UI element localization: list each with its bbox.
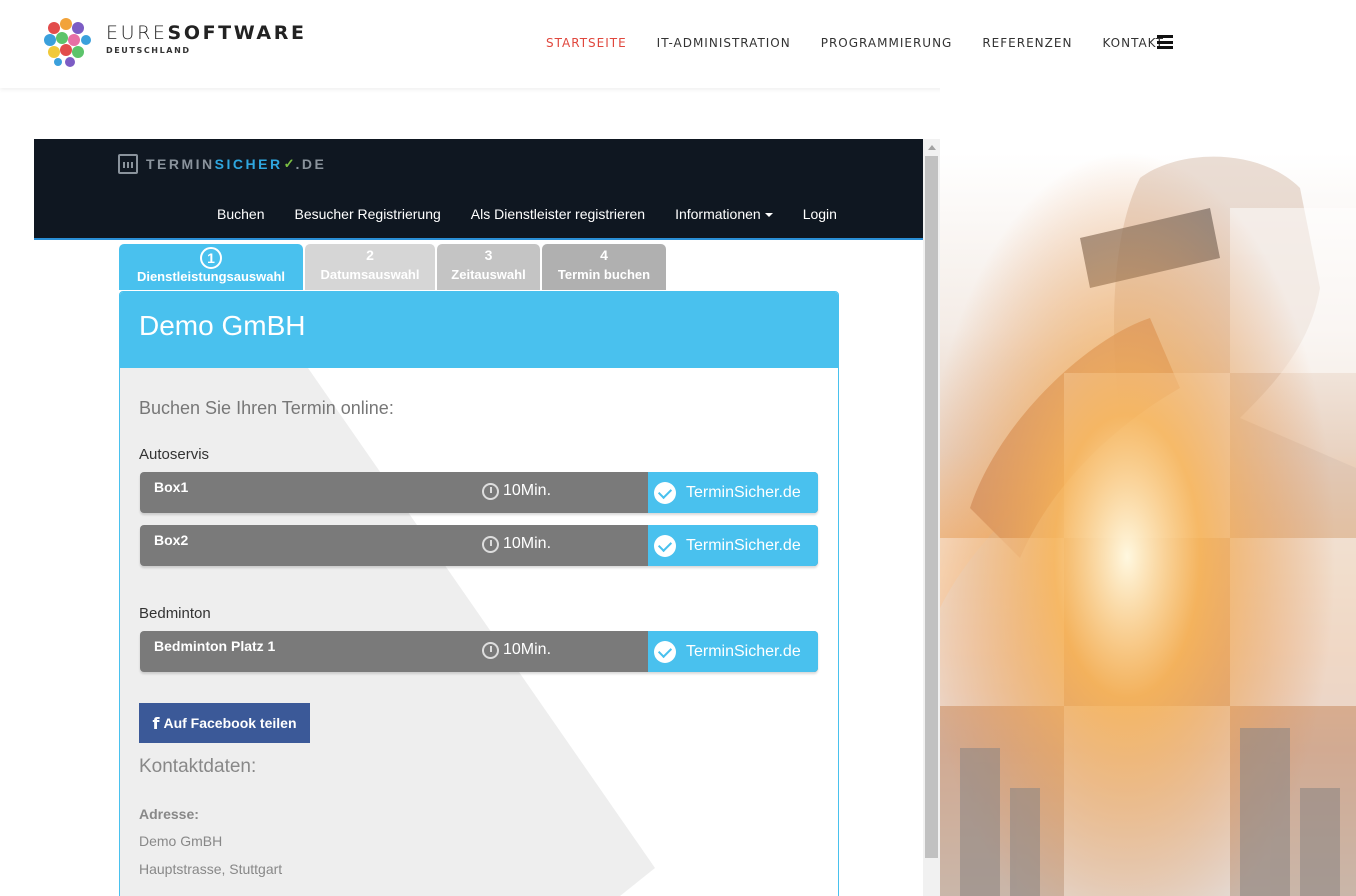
menu-login[interactable]: Login	[803, 206, 837, 222]
nav-it-administration[interactable]: IT-ADMINISTRATION	[657, 36, 791, 50]
terminsicher-embed: TERMIN SICHER ✓ .DE Buchen Besucher Regi…	[34, 139, 940, 896]
main-nav: STARTSEITE IT-ADMINISTRATION PROGRAMMIER…	[546, 34, 1194, 52]
step-label: Datumsauswahl	[320, 267, 420, 282]
embed-scrollbar[interactable]	[923, 139, 940, 896]
brand-light: EURE	[106, 22, 168, 44]
step-number: 3	[484, 247, 493, 263]
booking-panel: Demo GmBH Buchen Sie Ihren Termin online…	[119, 291, 839, 896]
alarm-clock-icon	[482, 482, 499, 500]
service-duration: 10Min.	[482, 641, 551, 659]
logo-de: .DE	[295, 156, 327, 172]
nav-startseite[interactable]: STARTSEITE	[546, 36, 627, 50]
tab-termin-buchen[interactable]: 4 Termin buchen	[542, 244, 666, 290]
service-name: Box2	[154, 532, 189, 548]
address-line: Hauptstrasse, Stuttgart	[139, 861, 283, 877]
address-line: Demo GmBH	[139, 833, 223, 849]
step-label: Termin buchen	[557, 267, 651, 282]
logo-sicher: SICHER	[214, 156, 283, 172]
tab-datumsauswahl[interactable]: 2 Datumsauswahl	[305, 244, 435, 290]
terminsicher-menu: Buchen Besucher Registrierung Als Dienst…	[217, 206, 867, 222]
alarm-clock-icon	[482, 535, 499, 553]
hero-image-businessman-phone	[940, 88, 1356, 896]
scroll-thumb[interactable]	[925, 156, 938, 858]
book-label: TerminSicher.de	[686, 483, 801, 501]
check-circle-icon	[654, 481, 676, 504]
site-header: EURESOFTWARE DEUTSCHLAND STARTSEITE IT-A…	[0, 0, 1356, 88]
tab-zeitauswahl[interactable]: 3 Zeitauswahl	[437, 244, 540, 290]
step-label: Zeitauswahl	[451, 267, 526, 282]
facebook-label: Auf Facebook teilen	[163, 715, 297, 731]
step-number: 2	[366, 247, 374, 263]
brain-logo-icon	[44, 18, 91, 67]
company-name: Demo GmBH	[139, 310, 306, 341]
facebook-share-button[interactable]: f Auf Facebook teilen	[139, 703, 310, 743]
category-bedminton: Bedminton	[139, 605, 211, 622]
service-duration: 10Min.	[482, 482, 551, 500]
eure-software-logo[interactable]: EURESOFTWARE DEUTSCHLAND	[40, 16, 304, 74]
tab-dienstleistungsauswahl[interactable]: 1 Dienstleistungsauswahl	[119, 244, 303, 290]
booking-steps: 1 Dienstleistungsauswahl 2 Datumsauswahl…	[119, 244, 668, 290]
check-circle-icon	[654, 534, 676, 557]
brand-name: EURESOFTWARE	[106, 22, 307, 44]
service-duration: 10Min.	[482, 535, 551, 553]
category-autoservis: Autoservis	[139, 446, 210, 463]
hero-illustration	[940, 88, 1356, 896]
menu-informationen[interactable]: Informationen	[675, 206, 773, 222]
logo-termin: TERMIN	[146, 156, 215, 172]
checkmark-icon: ✓	[283, 156, 295, 171]
menu-besucher-registrierung[interactable]: Besucher Registrierung	[294, 206, 440, 222]
calendar-icon	[118, 154, 138, 174]
nav-kontakt[interactable]: KONTAKT	[1102, 36, 1164, 50]
book-button[interactable]: TerminSicher.de	[648, 525, 818, 566]
menu-informationen-label: Informationen	[675, 206, 761, 222]
alarm-clock-icon	[482, 641, 499, 659]
service-row[interactable]: Bedminton Platz 1 10Min. TerminSicher.de	[140, 631, 818, 672]
terminsicher-logo[interactable]: TERMIN SICHER ✓ .DE	[118, 152, 326, 176]
book-label: TerminSicher.de	[686, 642, 801, 660]
service-row[interactable]: Box2 10Min. TerminSicher.de	[140, 525, 818, 566]
facebook-icon: f	[152, 713, 160, 733]
hamburger-icon[interactable]	[1157, 35, 1173, 49]
nav-programmierung[interactable]: PROGRAMMIERUNG	[821, 36, 953, 50]
booking-intro: Buchen Sie Ihren Termin online:	[139, 398, 394, 418]
service-name: Box1	[154, 479, 189, 495]
nav-referenzen[interactable]: REFERENZEN	[982, 36, 1072, 50]
check-circle-icon	[654, 640, 676, 663]
duration-text: 10Min.	[503, 535, 552, 552]
contact-title: Kontaktdaten:	[139, 756, 257, 777]
step-number: 4	[600, 247, 608, 263]
menu-dienstleister-registrieren[interactable]: Als Dienstleister registrieren	[471, 206, 645, 222]
brand-bold: SOFTWARE	[167, 22, 307, 44]
book-button[interactable]: TerminSicher.de	[648, 631, 818, 672]
service-row[interactable]: Box1 10Min. TerminSicher.de	[140, 472, 818, 513]
menu-buchen[interactable]: Buchen	[217, 206, 264, 222]
panel-body: Buchen Sie Ihren Termin online: Autoserv…	[120, 368, 838, 896]
duration-text: 10Min.	[503, 482, 552, 499]
scroll-up-arrow-icon[interactable]	[923, 139, 940, 156]
panel-header: Demo GmBH	[120, 292, 838, 368]
address-label: Adresse:	[139, 806, 199, 822]
book-button[interactable]: TerminSicher.de	[648, 472, 818, 513]
step-label: Dienstleistungsauswahl	[136, 269, 286, 284]
service-name: Bedminton Platz 1	[154, 638, 276, 654]
duration-text: 10Min.	[503, 641, 552, 658]
caret-down-icon	[764, 213, 773, 218]
brand-subtitle: DEUTSCHLAND	[106, 46, 191, 55]
book-label: TerminSicher.de	[686, 536, 801, 554]
step-number: 1	[200, 247, 222, 269]
terminsicher-navbar: TERMIN SICHER ✓ .DE Buchen Besucher Regi…	[34, 139, 923, 240]
